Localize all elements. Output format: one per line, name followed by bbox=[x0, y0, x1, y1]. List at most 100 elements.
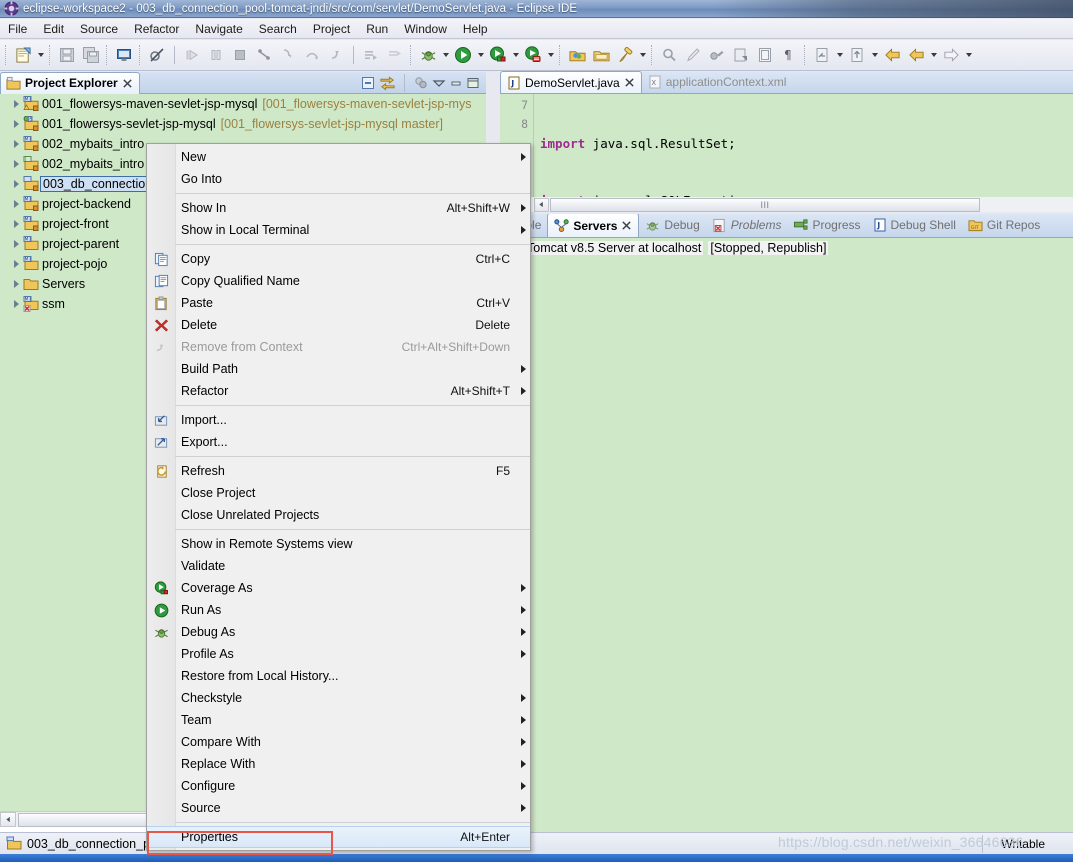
terminate-icon[interactable] bbox=[228, 43, 252, 67]
tab-debug-shell[interactable]: J Debug Shell bbox=[867, 214, 962, 237]
menu-item-refactor[interactable]: Refactor bbox=[126, 20, 187, 38]
menu-item-run[interactable]: Run bbox=[358, 20, 396, 38]
resume-icon[interactable] bbox=[180, 43, 204, 67]
context-menu-item-show-in-local-terminal[interactable]: Show in Local Terminal bbox=[147, 219, 530, 241]
menu-item-help[interactable]: Help bbox=[455, 20, 496, 38]
servers-view-body[interactable]: Tomcat v8.5 Server at localhost [Stopped… bbox=[500, 238, 1073, 832]
menu-item-search[interactable]: Search bbox=[251, 20, 305, 38]
run-dropdown-icon[interactable] bbox=[475, 43, 486, 67]
tab-applicationcontext-xml[interactable]: X applicationContext.xml bbox=[642, 71, 793, 93]
context-menu-item-copy-qualified-name[interactable]: Copy Qualified Name bbox=[147, 270, 530, 292]
tab-git-repositories[interactable]: GIT Git Repos bbox=[962, 214, 1046, 237]
back-quick-icon[interactable] bbox=[880, 43, 904, 67]
profile-icon[interactable] bbox=[521, 43, 545, 67]
new-wizard-dropdown-icon[interactable] bbox=[35, 43, 46, 67]
forward-icon[interactable] bbox=[939, 43, 963, 67]
step-over-icon[interactable] bbox=[300, 43, 324, 67]
context-menu-item-refresh[interactable]: Refresh F5 bbox=[147, 460, 530, 482]
collapse-all-icon[interactable] bbox=[360, 75, 376, 91]
new-wizard-icon[interactable] bbox=[11, 43, 35, 67]
context-menu-item-debug-as[interactable]: Debug As bbox=[147, 621, 530, 643]
tab-debug[interactable]: Debug bbox=[639, 214, 705, 237]
tree-item-project[interactable]: JS 001_flowersys-sevlet-jsp-mysql [001_f… bbox=[0, 114, 486, 134]
open-task-icon[interactable] bbox=[845, 43, 869, 67]
link-with-editor-icon[interactable] bbox=[379, 75, 396, 91]
scroll-left-arrow-icon[interactable] bbox=[534, 197, 549, 212]
step-return-icon[interactable] bbox=[324, 43, 348, 67]
save-icon[interactable] bbox=[55, 43, 79, 67]
close-icon[interactable] bbox=[621, 220, 632, 231]
external-tools-icon[interactable] bbox=[729, 43, 753, 67]
skip-breakpoints-icon[interactable] bbox=[145, 43, 169, 67]
profile-dropdown-icon[interactable] bbox=[545, 43, 556, 67]
tab-problems[interactable]: Problems bbox=[706, 214, 788, 237]
close-icon[interactable] bbox=[624, 77, 635, 88]
build-icon[interactable] bbox=[705, 43, 729, 67]
disconnect-icon[interactable] bbox=[252, 43, 276, 67]
menu-item-navigate[interactable]: Navigate bbox=[187, 20, 250, 38]
tab-servers[interactable]: Servers bbox=[547, 214, 640, 237]
menu-item-source[interactable]: Source bbox=[72, 20, 126, 38]
context-menu-item-new[interactable]: New bbox=[147, 146, 530, 168]
clean-icon[interactable] bbox=[681, 43, 705, 67]
toggle-block-selection-icon[interactable] bbox=[753, 43, 777, 67]
context-menu-item-configure[interactable]: Configure bbox=[147, 775, 530, 797]
forward-dropdown-icon[interactable] bbox=[963, 43, 974, 67]
new-class-icon[interactable] bbox=[613, 43, 637, 67]
context-menu-item-restore-from-local-history[interactable]: Restore from Local History... bbox=[147, 665, 530, 687]
context-menu-item-copy[interactable]: Copy Ctrl+C bbox=[147, 248, 530, 270]
context-menu-item-show-in-remote-systems-view[interactable]: Show in Remote Systems view bbox=[147, 533, 530, 555]
menu-item-project[interactable]: Project bbox=[305, 20, 358, 38]
focus-on-active-task-icon[interactable] bbox=[413, 75, 429, 91]
context-menu-item-refactor[interactable]: Refactor Alt+Shift+T bbox=[147, 380, 530, 402]
expand-arrow-icon[interactable] bbox=[10, 200, 22, 208]
back-icon[interactable] bbox=[904, 43, 928, 67]
console-icon[interactable] bbox=[112, 43, 136, 67]
context-menu-item-properties[interactable]: Properties Alt+Enter bbox=[147, 826, 530, 848]
context-menu-item-show-in[interactable]: Show In Alt+Shift+W bbox=[147, 197, 530, 219]
run-icon[interactable] bbox=[451, 43, 475, 67]
context-menu-item-checkstyle[interactable]: Checkstyle bbox=[147, 687, 530, 709]
save-all-icon[interactable] bbox=[79, 43, 103, 67]
previous-annotation-icon[interactable] bbox=[383, 43, 407, 67]
context-menu-item-paste[interactable]: Paste Ctrl+V bbox=[147, 292, 530, 314]
menu-item-window[interactable]: Window bbox=[396, 20, 455, 38]
expand-arrow-icon[interactable] bbox=[10, 120, 22, 128]
menu-item-edit[interactable]: Edit bbox=[35, 20, 72, 38]
last-edit-location-icon[interactable] bbox=[810, 43, 834, 67]
search-icon[interactable] bbox=[657, 43, 681, 67]
view-menu-icon[interactable] bbox=[432, 76, 446, 90]
last-edit-location-dropdown-icon[interactable] bbox=[834, 43, 845, 67]
expand-arrow-icon[interactable] bbox=[10, 260, 22, 268]
context-menu-item-delete[interactable]: Delete Delete bbox=[147, 314, 530, 336]
scroll-left-arrow-icon[interactable] bbox=[0, 812, 16, 827]
expand-arrow-icon[interactable] bbox=[10, 180, 22, 188]
context-menu-item-export[interactable]: Export... bbox=[147, 431, 530, 453]
context-menu-item-go-into[interactable]: Go Into bbox=[147, 168, 530, 190]
project-context-menu[interactable]: New Go Into Show In Alt+Shift+W Show in … bbox=[146, 143, 531, 851]
coverage-dropdown-icon[interactable] bbox=[510, 43, 521, 67]
suspend-icon[interactable] bbox=[204, 43, 228, 67]
tab-demoservlet-java[interactable]: J DemoServlet.java bbox=[500, 71, 642, 93]
expand-arrow-icon[interactable] bbox=[10, 280, 22, 288]
open-type-icon[interactable] bbox=[589, 43, 613, 67]
context-menu-item-team[interactable]: Team bbox=[147, 709, 530, 731]
context-menu-item-replace-with[interactable]: Replace With bbox=[147, 753, 530, 775]
context-menu-item-source[interactable]: Source bbox=[147, 797, 530, 819]
expand-arrow-icon[interactable] bbox=[10, 240, 22, 248]
debug-dropdown-icon[interactable] bbox=[440, 43, 451, 67]
expand-arrow-icon[interactable] bbox=[10, 100, 22, 108]
new-java-package-icon[interactable] bbox=[565, 43, 589, 67]
expand-arrow-icon[interactable] bbox=[10, 300, 22, 308]
context-menu-item-import[interactable]: Import... bbox=[147, 409, 530, 431]
tab-progress[interactable]: Progress bbox=[787, 214, 866, 237]
expand-arrow-icon[interactable] bbox=[10, 220, 22, 228]
context-menu-item-profile-as[interactable]: Profile As bbox=[147, 643, 530, 665]
expand-arrow-icon[interactable] bbox=[10, 140, 22, 148]
scrollbar-thumb[interactable]: III bbox=[550, 197, 980, 212]
menu-item-file[interactable]: File bbox=[0, 20, 35, 38]
open-task-dropdown-icon[interactable] bbox=[869, 43, 880, 67]
new-class-dropdown-icon[interactable] bbox=[637, 43, 648, 67]
step-into-icon[interactable] bbox=[276, 43, 300, 67]
editor-source-code[interactable]: import java.sql.ResultSet; import java.s… bbox=[534, 94, 1073, 197]
